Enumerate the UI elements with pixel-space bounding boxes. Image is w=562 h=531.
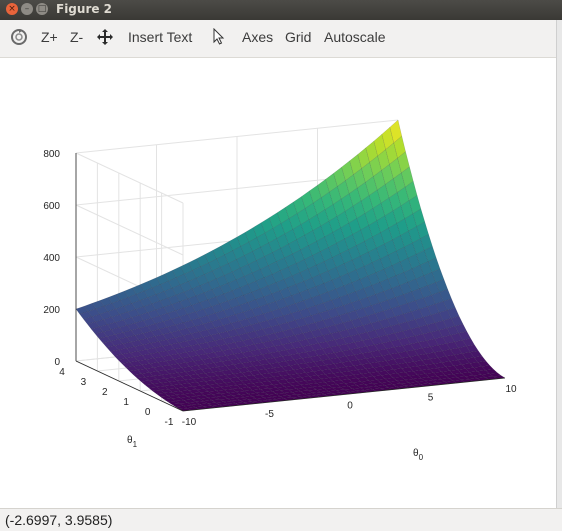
- maximize-window-button[interactable]: □: [36, 3, 48, 15]
- pan-move-icon[interactable]: [96, 28, 114, 50]
- status-bar: (-2.6997, 3.9585): [0, 508, 562, 531]
- surface-plot[interactable]: -10-50510-1012340200400600800 θ0 θ1: [0, 58, 556, 505]
- y-tick-label: 2: [102, 387, 108, 398]
- rotate-icon[interactable]: [10, 28, 28, 50]
- plot-area[interactable]: -10 -5 0 5 10 -1 0 1 2 3 4 0 200 400 600 800 θ0 θ1: [0, 58, 556, 505]
- y-tick-label: 4: [59, 367, 65, 378]
- z-gridline: [75, 152, 184, 204]
- minimize-window-button[interactable]: –: [21, 3, 33, 15]
- grid-toggle-button[interactable]: Grid: [285, 29, 311, 45]
- y-axis-label: θ1: [127, 435, 138, 449]
- z-tick-label: 800: [43, 149, 60, 160]
- z-tick-label: 400: [43, 253, 60, 264]
- z-tick-label: 0: [54, 357, 60, 368]
- figure-toolbar: Z+ Z- Insert Text Axes Grid Autoscale: [0, 20, 562, 58]
- select-pointer-icon[interactable]: [212, 27, 226, 50]
- window-titlebar: × – □ Figure 2: [0, 0, 562, 20]
- cursor-coordinates: (-2.6997, 3.9585): [5, 512, 113, 528]
- y-tick-label: -1: [165, 417, 174, 428]
- x-tick-label: -5: [265, 409, 274, 420]
- close-window-button[interactable]: ×: [6, 3, 18, 15]
- z-tick-label: 600: [43, 201, 60, 212]
- x-tick-label: -10: [182, 417, 197, 428]
- zoom-in-button[interactable]: Z+: [41, 29, 58, 45]
- zoom-out-button[interactable]: Z-: [70, 29, 83, 45]
- x-axis-label: θ0: [413, 448, 424, 462]
- window-title: Figure 2: [56, 2, 113, 16]
- z-tick-label: 200: [43, 305, 60, 316]
- x-tick-label: 0: [347, 401, 353, 412]
- z-gridline: [75, 204, 184, 256]
- insert-text-button[interactable]: Insert Text: [128, 29, 192, 45]
- y-tick-label: 1: [123, 397, 129, 408]
- y-tick-label: 0: [145, 407, 151, 418]
- autoscale-button[interactable]: Autoscale: [324, 29, 385, 45]
- x-tick-label: 5: [428, 392, 434, 403]
- axes-toggle-button[interactable]: Axes: [242, 29, 273, 45]
- right-edge-strip: [556, 20, 562, 510]
- x-tick-label: 10: [505, 384, 517, 395]
- y-tick-label: 3: [81, 377, 87, 388]
